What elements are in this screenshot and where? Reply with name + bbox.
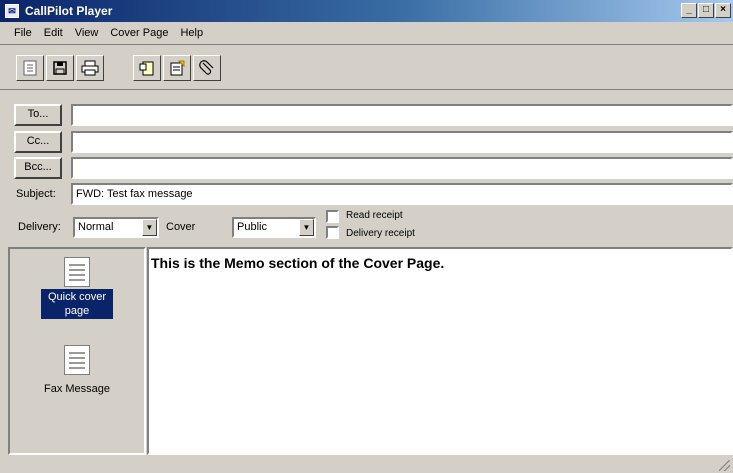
title-bar[interactable]: ✉ CallPilot Player _ □ ×: [0, 0, 733, 22]
fax-message-icon: [64, 345, 90, 375]
cc-button[interactable]: Cc...: [14, 131, 62, 153]
cover-page-button[interactable]: [133, 55, 161, 81]
save-button[interactable]: [46, 55, 74, 81]
menu-cover-page[interactable]: Cover Page: [104, 27, 174, 39]
cover-page-icon: [139, 61, 154, 76]
subject-label: Subject:: [16, 188, 56, 200]
save-icon: [53, 61, 67, 75]
status-bar: [0, 456, 733, 473]
menu-file[interactable]: File: [8, 27, 38, 39]
print-icon: [81, 60, 99, 76]
chevron-down-icon[interactable]: ▼: [299, 219, 314, 236]
toolbar: [0, 44, 733, 90]
cover-page-list: Quick cover page Fax Message: [8, 247, 146, 455]
resize-grip-icon[interactable]: [719, 460, 730, 471]
delivery-label: Delivery:: [18, 221, 61, 233]
cover-label: Cover: [166, 221, 196, 233]
cover-item-label: Fax Message: [43, 383, 111, 395]
menu-bar: File Edit View Cover Page Help: [0, 23, 733, 42]
menu-edit[interactable]: Edit: [38, 27, 69, 39]
cover-item-fax-message[interactable]: Fax Message: [10, 345, 144, 395]
delivery-value: Normal: [78, 221, 114, 233]
cc-field[interactable]: [71, 131, 733, 153]
attach-icon: [199, 60, 214, 75]
bcc-field[interactable]: [71, 157, 733, 179]
memo-text: This is the Memo section of the Cover Pa…: [151, 255, 445, 271]
menu-view[interactable]: View: [69, 27, 105, 39]
read-receipt-checkbox[interactable]: [326, 210, 339, 223]
callpilot-player-window: ✉ CallPilot Player _ □ × File Edit View …: [0, 0, 733, 473]
notes-icon: [170, 60, 185, 76]
maximize-button[interactable]: □: [698, 3, 714, 18]
cover-item-label: Quick cover page: [41, 289, 113, 319]
fax-viewer-icon: [23, 60, 37, 76]
bcc-button[interactable]: Bcc...: [14, 157, 62, 179]
close-button[interactable]: ×: [715, 3, 731, 18]
cover-page-icon: [64, 257, 90, 287]
window-title: CallPilot Player: [25, 4, 113, 18]
chevron-down-icon[interactable]: ▼: [142, 219, 157, 236]
delivery-select[interactable]: Normal ▼: [73, 217, 159, 238]
cover-value: Public: [237, 221, 267, 233]
menu-help[interactable]: Help: [174, 27, 209, 39]
delivery-receipt-checkbox[interactable]: [326, 226, 339, 239]
delivery-receipt-label: Delivery receipt: [346, 228, 415, 239]
to-field[interactable]: [71, 104, 733, 126]
cover-item-quick-cover-page[interactable]: Quick cover page: [10, 257, 144, 319]
read-receipt-label: Read receipt: [346, 210, 403, 221]
memo-area[interactable]: This is the Memo section of the Cover Pa…: [147, 247, 733, 455]
attach-button[interactable]: [193, 55, 221, 81]
cover-select[interactable]: Public ▼: [232, 217, 316, 238]
print-button[interactable]: [76, 55, 104, 81]
to-button[interactable]: To...: [14, 104, 62, 126]
fax-viewer-button[interactable]: [16, 55, 44, 81]
minimize-button[interactable]: _: [681, 3, 697, 18]
subject-field[interactable]: FWD: Test fax message: [71, 183, 733, 205]
notes-button[interactable]: [163, 55, 191, 81]
app-icon: ✉: [5, 4, 19, 18]
